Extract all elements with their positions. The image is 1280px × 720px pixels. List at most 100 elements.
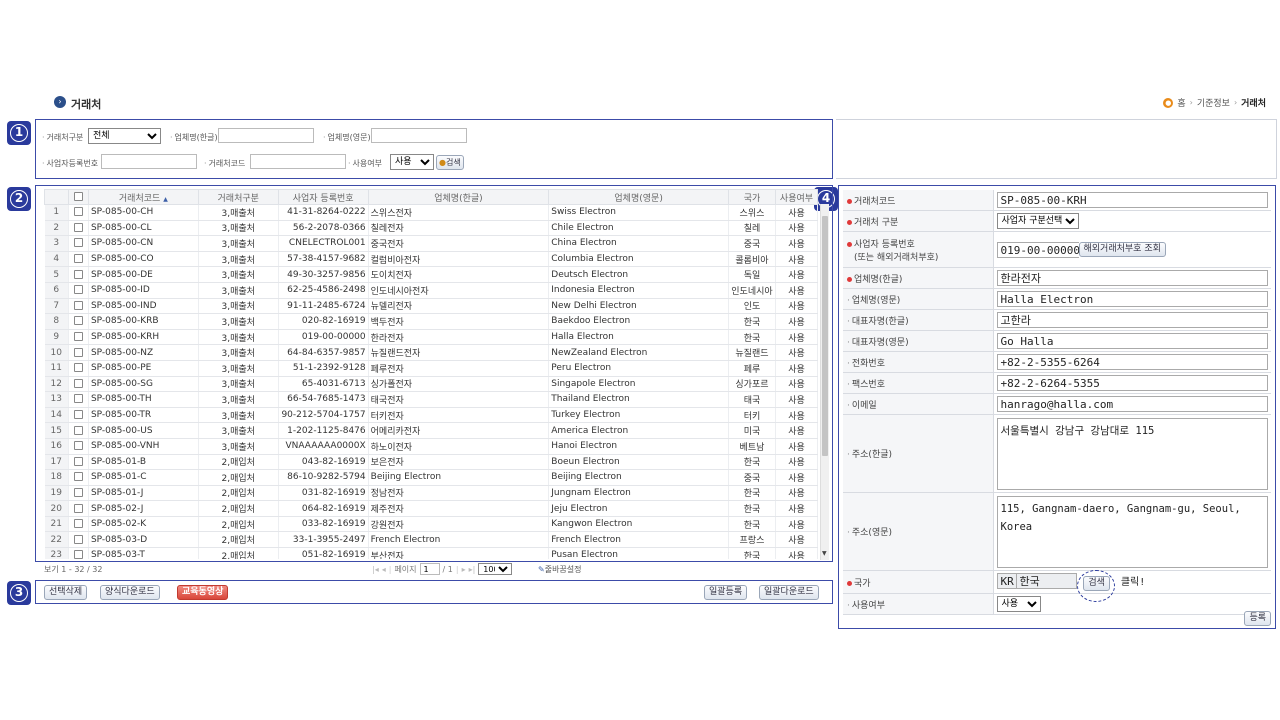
column-header-type[interactable]: 거래처구분 — [197, 189, 279, 205]
code-field[interactable]: SP-085-00-KRH — [996, 192, 1268, 208]
bizno-lookup-button[interactable]: 해외거래처부호 조회 — [1078, 241, 1166, 257]
email-field[interactable]: hanrago@halla.com — [996, 396, 1268, 412]
table-row[interactable]: 3 SP-085-00-CN 3,매출처 CNELECTROL001 중국전자 China… — [44, 235, 818, 252]
grid-scrollbar-thumb[interactable] — [822, 216, 828, 456]
scroll-down-icon[interactable]: ▼ — [822, 550, 827, 557]
row-checkbox[interactable] — [73, 207, 83, 217]
row-number: 1 — [44, 204, 69, 221]
table-row[interactable]: 1 SP-085-00-CH 3,매출처 41-31-8264-0222 스위스전자 Sw… — [44, 204, 818, 221]
select-all-checkbox[interactable] — [73, 192, 83, 201]
table-row[interactable]: 22 SP-085-03-D 2,매입처 33-1-3955-2497 French E… — [44, 531, 818, 549]
column-header-name-kr[interactable]: 업체명(한글) — [367, 189, 550, 205]
register-button[interactable]: 등록 — [1244, 611, 1271, 626]
row-number: 17 — [44, 454, 69, 471]
table-row[interactable]: 2 SP-085-00-CL 3,매출처 56-2-2078-0366 칠레전자 Chil… — [44, 220, 818, 237]
breadcrumb-home[interactable]: 홈 — [1177, 96, 1185, 109]
type-select[interactable]: 사업자 구분선택 — [996, 213, 1079, 229]
row-checkbox[interactable] — [73, 472, 83, 482]
table-row[interactable]: 15 SP-085-00-US 3,매출처 1-202-1125-8476 어메리카전자… — [44, 422, 818, 439]
row-checkbox[interactable] — [73, 425, 83, 435]
rep-kr-field[interactable]: 고한라 — [996, 312, 1268, 328]
addr-en-field[interactable]: 115, Gangnam-daero, Gangnam-gu, Seoul, K… — [996, 495, 1268, 568]
code-input[interactable] — [250, 154, 346, 169]
page-input[interactable] — [419, 563, 440, 575]
table-row[interactable]: 8 SP-085-00-KRB 3,매출처 020-82-16919 백두전자 Baekd… — [44, 313, 818, 330]
row-select-cell — [68, 220, 89, 237]
table-row[interactable]: 6 SP-085-00-ID 3,매출처 62-25-4586-2498 인도네시아전자… — [44, 282, 818, 299]
grid-scrollbar[interactable]: ▼ — [820, 204, 829, 560]
phone-field[interactable]: +82-2-5355-6264 — [996, 354, 1268, 370]
row-checkbox[interactable] — [73, 269, 83, 279]
row-checkbox[interactable] — [73, 285, 83, 295]
use-select[interactable]: 사용 — [996, 596, 1041, 612]
table-row[interactable]: 5 SP-085-00-DE 3,매출처 49-30-3257-9856 도이치전자 De… — [44, 266, 818, 283]
row-checkbox[interactable] — [73, 363, 83, 373]
bizno-input[interactable] — [101, 154, 197, 169]
detail-form: 거래처코드 SP-085-00-KRH 거래처 구분 사업자 구분선택 사업자 … — [843, 190, 1271, 615]
row-checkbox[interactable] — [73, 410, 83, 420]
row-checkbox[interactable] — [73, 378, 83, 388]
table-row[interactable]: 13 SP-085-00-TH 3,매출처 66-54-7685-1473 태국전자 Th… — [44, 391, 818, 408]
table-row[interactable]: 16 SP-085-00-VNH 3,매출처 VNAAAAAA0000X 하노이전자 Ha… — [44, 438, 818, 455]
form-download-button[interactable]: 양식다운로드 — [100, 585, 160, 600]
table-row[interactable]: 20 SP-085-02-J 2,매입처 064-82-16919 제주전자 Jeju E… — [44, 500, 818, 517]
row-checkbox[interactable] — [73, 394, 83, 404]
table-row[interactable]: 19 SP-085-01-J 2,매입처 031-82-16919 정남전자 Jungna… — [44, 485, 818, 502]
table-row[interactable]: 7 SP-085-00-IND 3,매출처 91-11-2485-6724 뉴델리전자 N… — [44, 298, 818, 315]
search-button[interactable]: ●검색 — [436, 155, 464, 170]
column-header-country[interactable]: 국가 — [727, 189, 776, 205]
table-row[interactable]: 11 SP-085-00-PE 3,매출처 51-1-2392-9128 페루전자 Per… — [44, 360, 818, 377]
row-checkbox[interactable] — [73, 222, 83, 232]
table-row[interactable]: 12 SP-085-00-SG 3,매출처 65-4031-6713 싱가폴전자 Sing… — [44, 376, 818, 393]
cell-code: SP-085-01-B — [88, 454, 199, 471]
name-en-input[interactable] — [371, 128, 467, 143]
tutorial-video-button[interactable]: 교육동영상 — [177, 585, 229, 600]
row-checkbox[interactable] — [73, 300, 83, 310]
table-row[interactable]: 10 SP-085-00-NZ 3,매출처 64-84-6357-9857 뉴질랜드전자… — [44, 344, 818, 361]
next-page-icon[interactable]: ▸ — [462, 565, 466, 574]
row-checkbox[interactable] — [73, 534, 83, 544]
first-page-icon[interactable]: |◂ — [372, 565, 379, 574]
bizno-field[interactable]: 019-00-00000 — [996, 241, 1080, 258]
fax-field[interactable]: +82-2-6264-5355 — [996, 375, 1268, 391]
name-en-field[interactable]: Halla Electron — [996, 291, 1268, 307]
column-header-use[interactable]: 사용여부 — [774, 189, 818, 205]
cell-name-kr: 어메리카전자 — [368, 422, 550, 439]
table-row[interactable]: 17 SP-085-01-B 2,매입처 043-82-16919 보은전자 Boeun … — [44, 454, 818, 471]
row-checkbox[interactable] — [73, 519, 83, 529]
last-page-icon[interactable]: ▸| — [469, 565, 476, 574]
row-checkbox[interactable] — [73, 254, 83, 264]
addr-kr-field[interactable]: 서울특별시 강남구 강남대로 115 — [996, 417, 1268, 490]
row-checkbox[interactable] — [73, 238, 83, 248]
breadcrumb-basic-info[interactable]: 기준정보 — [1197, 96, 1230, 109]
delete-selected-button[interactable]: 선택삭제 — [44, 585, 88, 600]
row-checkbox[interactable] — [73, 503, 83, 513]
name-kr-input[interactable] — [218, 128, 314, 143]
type-select[interactable]: 전체 — [88, 128, 161, 144]
table-row[interactable]: 18 SP-085-01-C 2,매입처 86-10-9282-5794 Beijing… — [44, 469, 818, 486]
column-header-code[interactable]: 거래처코드 ▲ — [87, 189, 199, 205]
cell-name-en: Peru Electron — [548, 360, 729, 377]
row-checkbox[interactable] — [73, 456, 83, 466]
prev-page-icon[interactable]: ◂ — [382, 565, 386, 574]
row-checkbox[interactable] — [73, 550, 83, 559]
wrap-setting-link[interactable]: ✎줄바꿈설정 — [538, 564, 582, 575]
column-header-bizno[interactable]: 사업자 등록번호 — [277, 189, 369, 205]
row-checkbox[interactable] — [73, 487, 83, 497]
row-checkbox[interactable] — [73, 316, 83, 326]
table-row[interactable]: 23 SP-085-03-T 2,매입처 051-82-16919 부산전자 Pusan … — [44, 547, 818, 559]
row-checkbox[interactable] — [73, 347, 83, 357]
table-row[interactable]: 4 SP-085-00-CO 3,매출처 57-38-4157-9682 컬럼비아전자 C… — [44, 251, 818, 268]
table-row[interactable]: 9 SP-085-00-KRH 3,매출처 019-00-00000 한라전자 Halla… — [44, 329, 818, 346]
rep-en-field[interactable]: Go Halla — [996, 333, 1268, 349]
name-kr-field[interactable]: 한라전자 — [996, 270, 1268, 286]
table-row[interactable]: 21 SP-085-02-K 2,매입처 033-82-16919 강원전자 Kangwo… — [44, 516, 818, 533]
bulk-register-button[interactable]: 일괄등록 — [704, 585, 748, 600]
column-header-name-en[interactable]: 업체명(영문) — [548, 189, 729, 205]
use-select[interactable]: 사용 — [390, 154, 434, 170]
row-checkbox[interactable] — [73, 441, 83, 451]
row-checkbox[interactable] — [73, 332, 83, 342]
rows-per-page-select[interactable]: 100 — [478, 563, 513, 575]
table-row[interactable]: 14 SP-085-00-TR 3,매출처 90-212-5704-1757 터키전자 T… — [44, 407, 818, 424]
bulk-download-button[interactable]: 일괄다운로드 — [759, 585, 819, 600]
